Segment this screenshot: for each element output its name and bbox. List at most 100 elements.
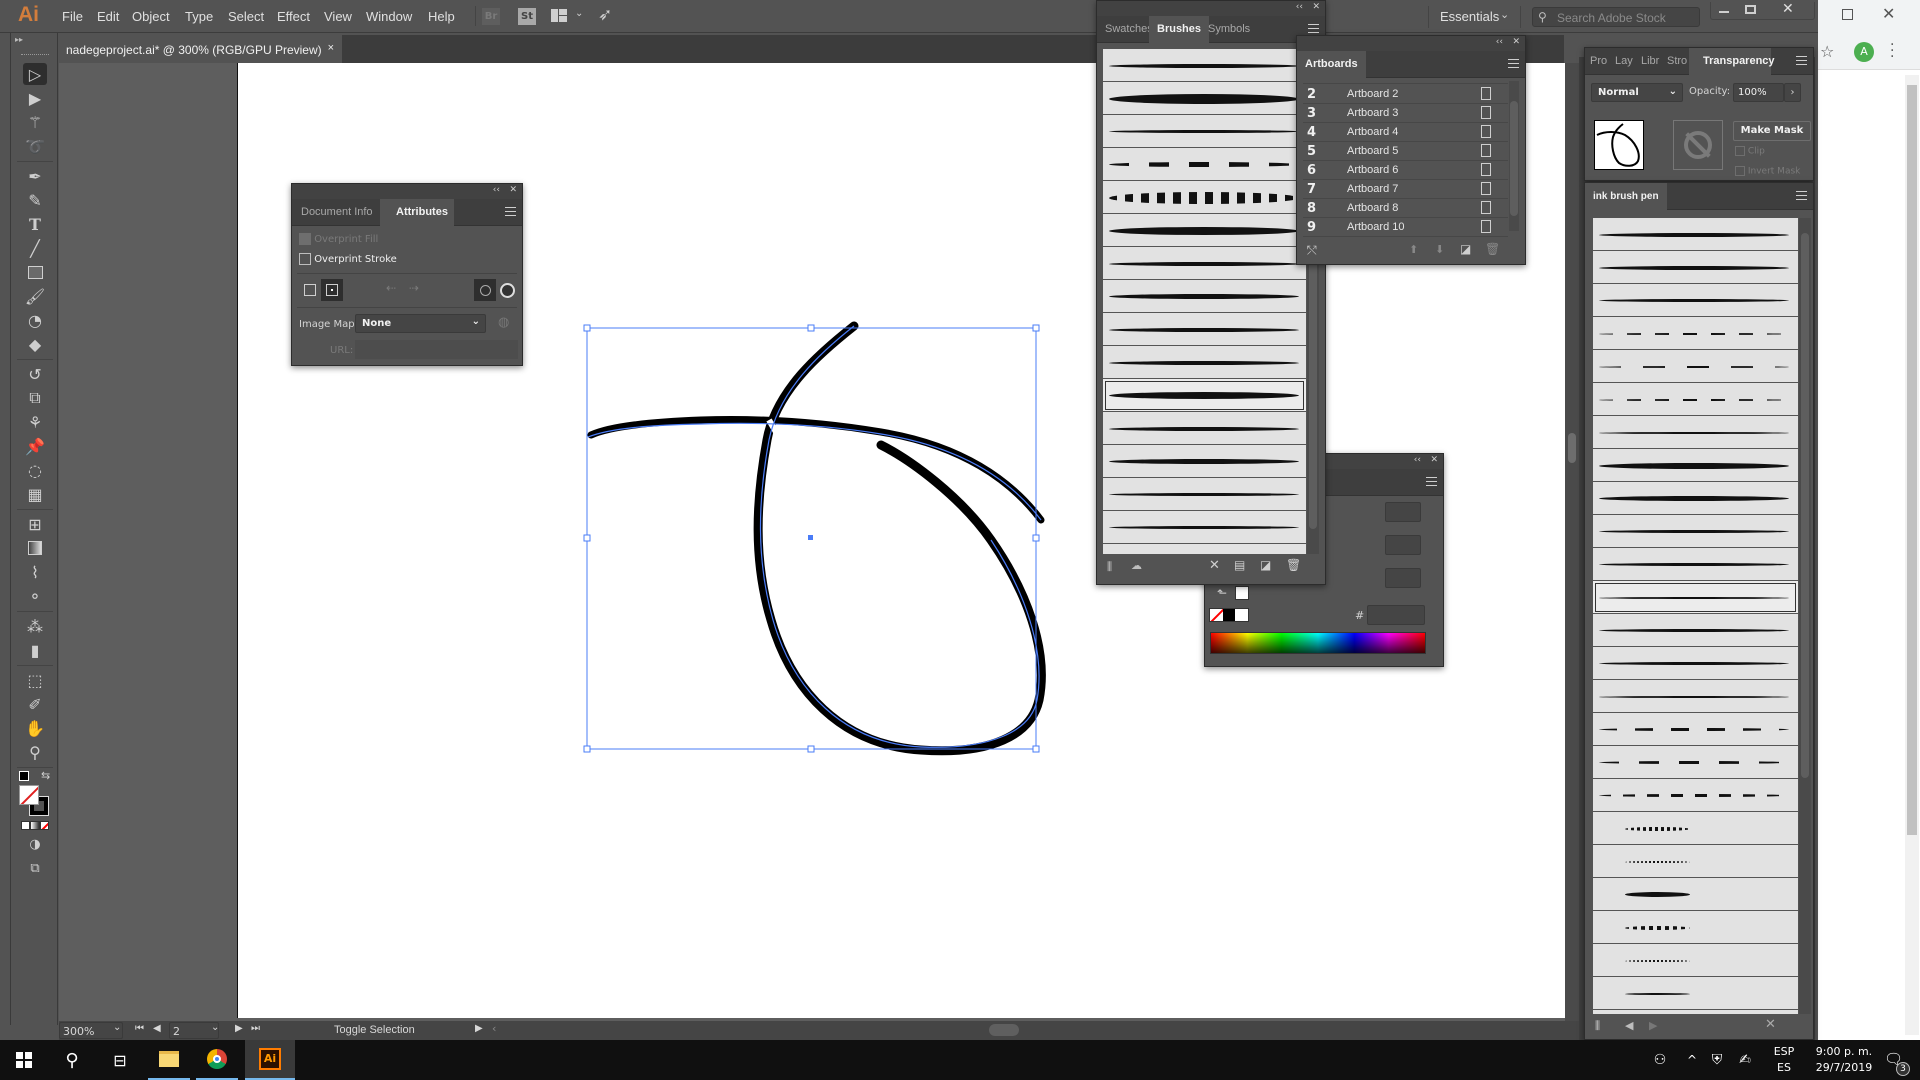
artboard-row[interactable]: 8 Artboard 8 bbox=[1303, 199, 1508, 218]
brush-library-list[interactable] bbox=[1593, 218, 1798, 1014]
hex-field[interactable] bbox=[1367, 605, 1425, 625]
curvature-tool-icon[interactable]: ✎ bbox=[23, 189, 47, 211]
clip-checkbox[interactable]: Clip bbox=[1735, 146, 1765, 157]
more-icon[interactable]: · · · bbox=[1890, 38, 1894, 64]
delete-artboard-icon[interactable]: 🗑 bbox=[1485, 242, 1500, 256]
brushes-list[interactable] bbox=[1103, 49, 1306, 554]
object-thumbnail[interactable] bbox=[1594, 120, 1644, 170]
artboard-name[interactable]: Artboard 10 bbox=[1347, 221, 1404, 233]
brush-item[interactable] bbox=[1103, 412, 1306, 445]
menu-edit[interactable]: Edit bbox=[97, 9, 119, 24]
brush-item[interactable] bbox=[1593, 515, 1798, 548]
even-odd-rule-button[interactable] bbox=[496, 279, 518, 301]
next-artboard-icon[interactable]: ▶ bbox=[235, 1023, 243, 1034]
artboards-list[interactable]: 2 Artboard 2 3 Artboard 3 4 Artboard 4 5 Artboa… bbox=[1297, 79, 1527, 239]
brush-item[interactable] bbox=[1593, 647, 1798, 680]
chrome-icon[interactable] bbox=[196, 1040, 238, 1080]
brush-item[interactable] bbox=[1103, 49, 1306, 82]
artboard-row[interactable]: 7 Artboard 7 bbox=[1303, 180, 1508, 199]
brush-item[interactable] bbox=[1593, 845, 1798, 878]
brush-item[interactable] bbox=[1593, 350, 1798, 383]
artboard-name[interactable]: Artboard 7 bbox=[1347, 183, 1398, 195]
brush-item[interactable] bbox=[1103, 148, 1306, 181]
show-center-point-button[interactable] bbox=[321, 279, 343, 301]
direct-selection-tool-icon[interactable]: ▶ bbox=[23, 87, 47, 109]
brush-item[interactable] bbox=[1103, 115, 1306, 148]
blend-mode-select[interactable]: Normal ⌄ bbox=[1591, 83, 1683, 102]
close-tab-icon[interactable]: × bbox=[328, 42, 334, 54]
previous-artboard-icon[interactable]: ◀ bbox=[153, 1023, 161, 1034]
puppet-warp-tool-icon[interactable]: 📌 bbox=[23, 435, 47, 457]
people-icon[interactable]: ⚇ bbox=[1648, 1040, 1672, 1080]
selection-tool-icon[interactable]: ▷ bbox=[23, 63, 47, 85]
swap-fill-stroke-icon[interactable]: ⇆ bbox=[41, 769, 50, 782]
panel-menu-icon[interactable] bbox=[1308, 24, 1319, 33]
shape-builder-tool-icon[interactable]: ◌ bbox=[23, 459, 47, 481]
gradient-tool-icon[interactable] bbox=[23, 537, 47, 559]
stock-search-field[interactable]: ⚲ Search Adobe Stock bbox=[1532, 7, 1700, 27]
task-view-icon[interactable]: ⊟ bbox=[96, 1040, 144, 1080]
brush-item[interactable] bbox=[1593, 416, 1798, 449]
brush-item[interactable] bbox=[1593, 548, 1798, 581]
eraser-tool-icon[interactable]: ◆ bbox=[23, 333, 47, 355]
brush-item[interactable] bbox=[1593, 944, 1798, 977]
brush-item[interactable] bbox=[1103, 511, 1306, 544]
overprint-stroke-checkbox[interactable]: Overprint Stroke bbox=[299, 253, 397, 265]
panel-menu-icon[interactable] bbox=[1426, 477, 1437, 486]
pen-workspace-icon[interactable]: ✍ bbox=[1734, 1040, 1756, 1080]
scale-tool-icon[interactable]: ⧉ bbox=[23, 387, 47, 409]
previous-library-icon[interactable]: ◀ bbox=[1625, 1019, 1633, 1032]
color-mode-buttons[interactable] bbox=[21, 821, 49, 830]
illustrator-taskbar-icon[interactable]: Ai bbox=[245, 1040, 295, 1080]
artboard-options-icon[interactable] bbox=[1481, 125, 1491, 138]
move-down-icon[interactable]: ⬇ bbox=[1435, 243, 1444, 256]
brush-item[interactable] bbox=[1103, 280, 1306, 313]
brush-item[interactable] bbox=[1103, 346, 1306, 379]
avatar[interactable]: A bbox=[1854, 42, 1874, 62]
toolbar-grip[interactable] bbox=[21, 54, 49, 56]
brush-item[interactable] bbox=[1593, 317, 1798, 350]
artboard-name[interactable]: Artboard 6 bbox=[1347, 164, 1398, 176]
brush-item[interactable] bbox=[1103, 181, 1306, 214]
brush-item[interactable] bbox=[1593, 680, 1798, 713]
menu-object[interactable]: Object bbox=[132, 9, 170, 24]
zoom-tool-icon[interactable]: ⚲ bbox=[23, 741, 47, 763]
brush-item[interactable] bbox=[1103, 82, 1306, 115]
artboard-options-icon[interactable] bbox=[1481, 144, 1491, 157]
tab-libraries[interactable]: Libr bbox=[1637, 48, 1663, 75]
artboard-row[interactable]: 9 Artboard 10 bbox=[1303, 218, 1508, 237]
tab-symbols[interactable]: Symbols bbox=[1200, 16, 1258, 43]
menu-help[interactable]: Help bbox=[428, 9, 455, 24]
brush-item[interactable] bbox=[1593, 713, 1798, 746]
brush-options-icon[interactable]: ▤ bbox=[1234, 558, 1245, 572]
expand-toolbar-icon[interactable]: ▸▸ bbox=[15, 35, 23, 44]
last-artboard-icon[interactable]: ⏭ bbox=[251, 1023, 260, 1034]
clock[interactable]: 9:00 p. m. 29/7/2019 bbox=[1812, 1044, 1876, 1076]
rotate-tool-icon[interactable]: ↺ bbox=[23, 363, 47, 385]
search-icon[interactable]: ⚲ bbox=[48, 1040, 96, 1080]
minimize-icon[interactable] bbox=[1719, 11, 1729, 13]
brush-item[interactable] bbox=[1103, 247, 1306, 280]
new-artboard-icon[interactable]: ◪ bbox=[1460, 242, 1471, 256]
artboard-row-partial[interactable] bbox=[1303, 79, 1508, 84]
brush-item[interactable] bbox=[1593, 581, 1798, 614]
close-panel-icon[interactable]: ✕ bbox=[1512, 37, 1520, 47]
brush-item[interactable] bbox=[1593, 977, 1798, 1010]
rectangle-tool-icon[interactable] bbox=[23, 261, 47, 283]
security-warning-icon[interactable]: ⛨ bbox=[1706, 1040, 1728, 1080]
pen-tool-icon[interactable]: ✒ bbox=[23, 165, 47, 187]
bookmark-star-icon[interactable]: ☆ bbox=[1820, 42, 1834, 61]
chevron-down-icon[interactable]: ⌄ bbox=[575, 8, 583, 19]
out-of-gamut-icon[interactable]: ⬑ bbox=[1217, 586, 1227, 600]
column-graph-tool-icon[interactable]: ▮ bbox=[23, 639, 47, 661]
artboard-row[interactable]: 4 Artboard 4 bbox=[1303, 123, 1508, 142]
brush-item[interactable] bbox=[1593, 383, 1798, 416]
artboard-options-icon[interactable] bbox=[1481, 182, 1491, 195]
bridge-icon[interactable]: Br bbox=[482, 8, 500, 25]
screen-mode-icon[interactable]: ⧉ bbox=[23, 857, 47, 879]
color-value-field-2[interactable] bbox=[1385, 535, 1421, 555]
tab-document-info[interactable]: Document Info bbox=[292, 199, 382, 226]
brush-item[interactable] bbox=[1103, 313, 1306, 346]
hide-center-point-button[interactable] bbox=[299, 279, 321, 301]
type-tool-icon[interactable]: T bbox=[23, 213, 47, 235]
